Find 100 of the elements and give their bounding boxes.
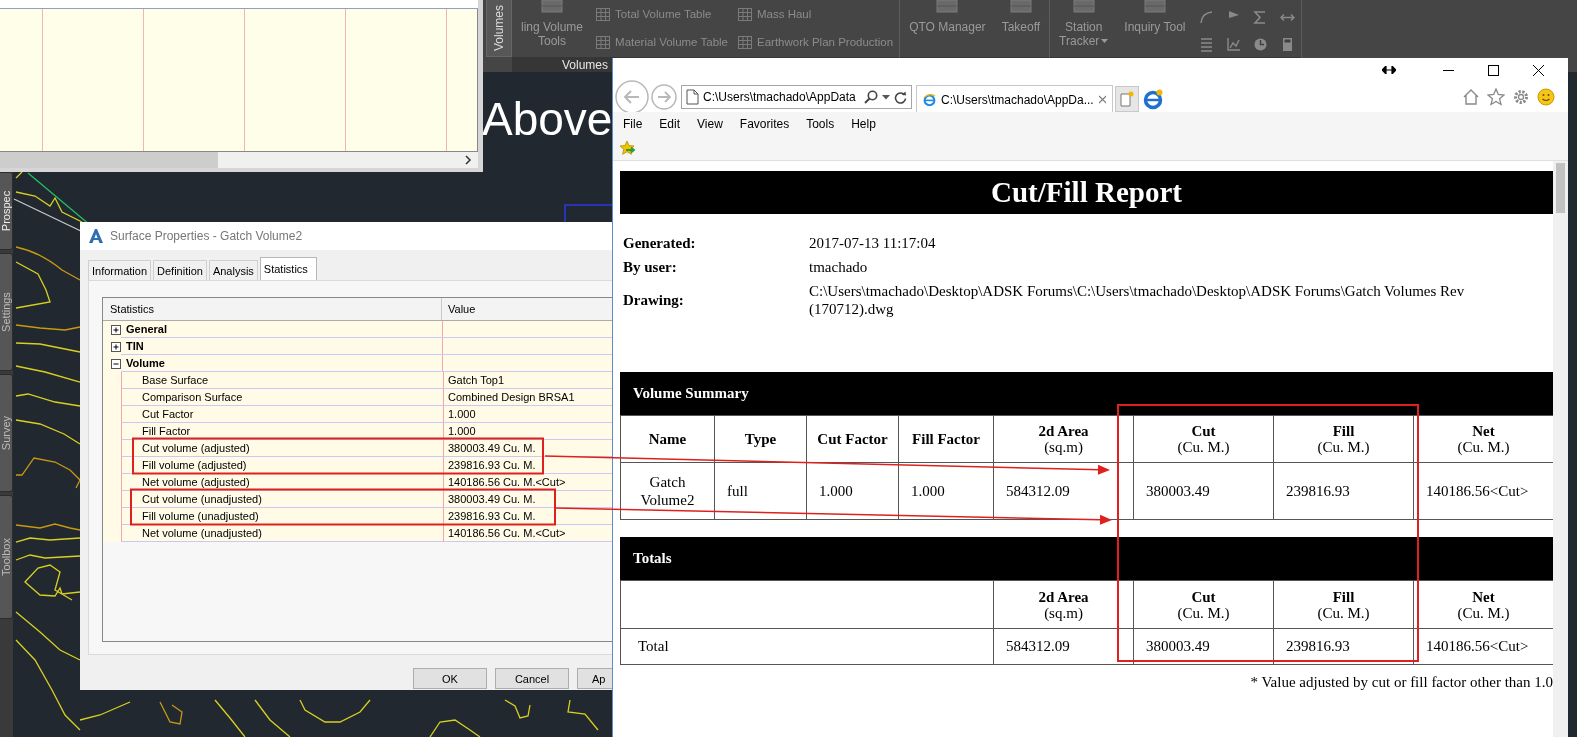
scroll-right-icon[interactable] bbox=[464, 155, 472, 165]
info-label: By user: bbox=[623, 258, 678, 276]
column-header: 2d Area (sq.m) bbox=[993, 415, 1134, 463]
dialog-button[interactable]: OK bbox=[413, 668, 487, 689]
table-cell: 239816.93 bbox=[1273, 628, 1414, 665]
window-title: Surface Properties - Gatch Volume2 bbox=[110, 229, 303, 243]
browser-logo-icon bbox=[923, 91, 936, 108]
column-header: 2d Area (sq.m) bbox=[993, 580, 1134, 629]
caret-icon[interactable] bbox=[882, 94, 890, 100]
table-cell: 1.000 bbox=[898, 462, 994, 520]
column-header: Name bbox=[620, 415, 715, 463]
section-heading: Totals bbox=[620, 537, 1553, 580]
sigma-icon[interactable] bbox=[1252, 10, 1268, 25]
table-cell: full bbox=[714, 462, 807, 520]
refresh-icon[interactable] bbox=[894, 90, 907, 104]
tab[interactable]: Statistics bbox=[259, 257, 317, 280]
table-cell: 380003.49 bbox=[1133, 462, 1274, 520]
app-icon bbox=[88, 228, 104, 244]
new-tab-button[interactable] bbox=[1115, 86, 1139, 112]
column-header: Cut Factor bbox=[806, 415, 899, 463]
table-cell: 584312.09 bbox=[993, 628, 1134, 665]
menu-item[interactable]: Edit bbox=[659, 116, 681, 131]
tool-icon bbox=[1007, 0, 1034, 14]
resize-cursor-icon bbox=[1382, 66, 1396, 74]
arc-icon[interactable] bbox=[1198, 10, 1214, 25]
column-header: Type bbox=[714, 415, 807, 463]
scroll-thumb[interactable] bbox=[1556, 163, 1565, 213]
add-favorite-icon[interactable] bbox=[619, 139, 636, 156]
smiley-icon[interactable] bbox=[1537, 88, 1555, 106]
table-icon bbox=[738, 7, 752, 21]
settings-icon[interactable] bbox=[1512, 88, 1530, 106]
dialog-button[interactable]: Ap bbox=[577, 668, 612, 689]
tool-icon bbox=[934, 0, 961, 14]
column-header: Fill (Cu. M.) bbox=[1273, 580, 1414, 629]
ribbon-tab[interactable]: Volumes bbox=[486, 0, 512, 57]
canvas-text: Above bbox=[482, 94, 613, 144]
report-title: Cut/Fill Report bbox=[620, 171, 1553, 214]
column-header: Fill Factor bbox=[898, 415, 994, 463]
menu-item[interactable]: Tools bbox=[806, 116, 835, 131]
expand-icon[interactable] bbox=[111, 324, 121, 335]
maximize-icon[interactable] bbox=[1488, 64, 1499, 76]
back-button[interactable] bbox=[615, 80, 649, 114]
group-label[interactable]: Volume bbox=[121, 355, 612, 372]
ribbon-button-label: Inquiry Tool bbox=[1124, 20, 1186, 34]
table-cell: 380003.49 bbox=[1133, 628, 1274, 665]
section-heading: Volume Summary bbox=[620, 372, 1553, 415]
column-header: Cut (Cu. M.) bbox=[1133, 415, 1274, 463]
star-icon[interactable] bbox=[1487, 88, 1505, 106]
tab[interactable]: Information bbox=[88, 260, 152, 280]
info-value: 2017-07-13 11:17:04 bbox=[809, 234, 937, 252]
close-icon[interactable] bbox=[1533, 64, 1544, 76]
palette-tab[interactable]: Toolbox bbox=[0, 495, 13, 619]
clock-icon[interactable] bbox=[1252, 37, 1268, 52]
table-cell: 1.000 bbox=[806, 462, 899, 520]
browser-logo-icon[interactable] bbox=[1142, 88, 1164, 110]
expand-icon[interactable] bbox=[111, 341, 121, 352]
table-icon bbox=[738, 35, 752, 49]
menu-item[interactable]: Help bbox=[851, 116, 876, 131]
palette-tab[interactable]: Prospec bbox=[0, 172, 13, 250]
tab[interactable]: Definition bbox=[153, 260, 207, 280]
tool-icon bbox=[1141, 0, 1168, 14]
footnote: * Value adjusted by cut or fill factor other than 1.0 bbox=[1249, 674, 1553, 691]
group-label[interactable]: General bbox=[121, 321, 612, 338]
palette-tab[interactable]: Settings bbox=[0, 253, 13, 371]
ribbon-button-label: ling Volume Tools bbox=[521, 20, 584, 48]
column-header[interactable]: Statistics bbox=[103, 298, 442, 320]
menu-item[interactable]: View bbox=[697, 116, 723, 131]
tool-icon bbox=[539, 0, 565, 14]
forward-button[interactable] bbox=[651, 84, 677, 110]
ribbon-button-label: Station Tracker bbox=[1059, 20, 1109, 48]
table-icon bbox=[596, 35, 611, 49]
search-icon[interactable] bbox=[864, 90, 878, 104]
scroll-thumb[interactable] bbox=[0, 152, 218, 168]
table-cell: 239816.93 bbox=[1273, 462, 1414, 520]
palette-tab[interactable]: Survey bbox=[0, 374, 13, 492]
list-icon[interactable] bbox=[1198, 37, 1214, 52]
page-icon bbox=[686, 89, 699, 105]
tab[interactable]: Analysis bbox=[208, 260, 258, 280]
caret-icon[interactable] bbox=[1101, 39, 1109, 45]
info-value: tmachado bbox=[809, 258, 869, 276]
group-label[interactable]: TIN bbox=[121, 338, 612, 355]
tool-icon bbox=[1070, 0, 1097, 14]
table-icon bbox=[596, 7, 611, 21]
new-page-icon bbox=[1120, 91, 1134, 107]
home-icon[interactable] bbox=[1462, 88, 1480, 106]
menu-item[interactable]: File bbox=[623, 116, 643, 131]
column-header[interactable]: Value bbox=[442, 303, 476, 315]
menu-item[interactable]: Favorites bbox=[739, 116, 790, 131]
info-value: C:\Users\tmachado\Desktop\ADSK Forums\C:\Users\tmachado\Desktop\ADSK Forums\Gatch Volumes Rev (170712).dwg bbox=[809, 282, 1466, 318]
ribbon-button-label: QTO Manager bbox=[909, 20, 986, 34]
chart-icon[interactable] bbox=[1225, 37, 1241, 52]
info-label: Generated: bbox=[623, 234, 697, 252]
column-header: Fill (Cu. M.) bbox=[1273, 415, 1414, 463]
scrollbar[interactable] bbox=[1553, 161, 1568, 737]
collapse-icon[interactable] bbox=[111, 358, 121, 369]
dialog-button[interactable]: Cancel bbox=[495, 668, 569, 689]
table-cell: Gatch Volume2 bbox=[620, 462, 715, 520]
browser-tab[interactable]: C:\Users\tmachado\AppDa... bbox=[916, 85, 1113, 113]
row-label: Total bbox=[620, 628, 994, 665]
address-field[interactable]: C:\Users\tmachado\AppData bbox=[681, 85, 912, 109]
